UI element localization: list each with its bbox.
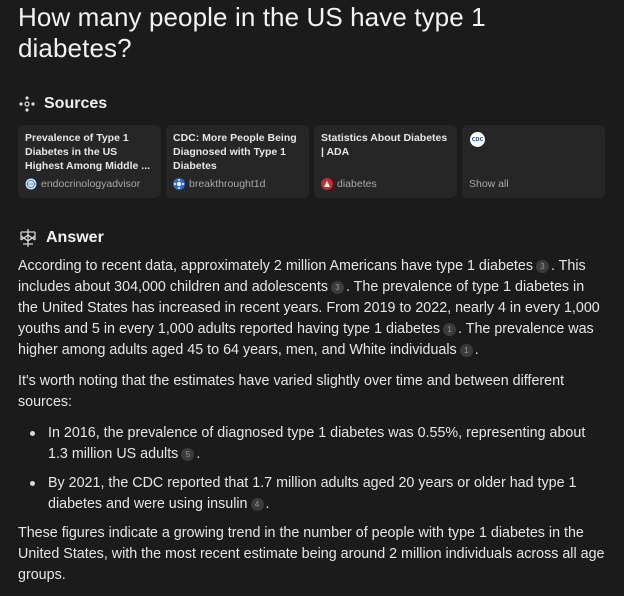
citation-badge[interactable]: 4 xyxy=(250,498,264,511)
cdc-logo-text: CDC xyxy=(471,136,484,143)
cdc-logo-icon: CDC xyxy=(470,132,485,147)
source-card-title: Prevalence of Type 1 Diabetes in the US … xyxy=(25,132,151,172)
answer-paragraph-3: These figures indicate a growing trend i… xyxy=(18,525,605,583)
answer-body: According to recent data, approximately … xyxy=(18,256,608,596)
citation-badge[interactable]: 3 xyxy=(331,281,344,294)
breakthrough-t1d-icon xyxy=(173,178,185,190)
answer-heading: Answer xyxy=(46,229,104,246)
source-card-diabetes[interactable]: Statistics About Diabetes | ADA diabetes xyxy=(314,125,457,198)
sources-row: Prevalence of Type 1 Diabetes in the US … xyxy=(18,125,605,198)
answer-bullet-list: In 2016, the prevalence of diagnosed typ… xyxy=(18,423,608,515)
citation-badge[interactable]: 5 xyxy=(181,448,195,461)
answer-page: How many people in the US have type 1 di… xyxy=(0,0,624,591)
globe-icon xyxy=(25,178,37,190)
show-all-label: Show all xyxy=(469,178,509,190)
source-card-endocrinologyadvisor[interactable]: Prevalence of Type 1 Diabetes in the US … xyxy=(18,125,161,198)
citation-badge[interactable]: 1 xyxy=(459,344,473,357)
answer-header: Answer xyxy=(18,228,104,248)
list-item: By 2021, the CDC reported that 1.7 milli… xyxy=(18,473,608,515)
citation-badge[interactable]: 3 xyxy=(535,260,549,273)
source-card-breakthrought1d[interactable]: CDC: More People Being Diagnosed with Ty… xyxy=(166,125,309,198)
citation-badge[interactable]: 1 xyxy=(443,323,457,336)
sources-header: Sources xyxy=(18,95,107,113)
source-card-title: Statistics About Diabetes | ADA xyxy=(321,132,448,158)
source-card-domain: breakthrought1d xyxy=(173,178,265,190)
answer-text: By 2021, the CDC reported that 1.7 milli… xyxy=(48,475,577,512)
sources-heading: Sources xyxy=(44,95,108,112)
bullet-dot xyxy=(30,481,35,486)
ada-icon xyxy=(321,178,333,190)
answer-text: In 2016, the prevalence of diagnosed typ… xyxy=(48,425,586,462)
source-domain-label: diabetes xyxy=(337,178,377,190)
source-domain-label: endocrinologyadvisor xyxy=(41,178,141,190)
answer-paragraph-2: It's worth noting that the estimates hav… xyxy=(18,373,565,410)
source-domain-label: breakthrought1d xyxy=(189,178,266,190)
answer-icon xyxy=(20,229,36,247)
answer-text: . xyxy=(474,342,479,358)
answer-text: . xyxy=(265,496,270,512)
source-card-title: CDC: More People Being Diagnosed with Ty… xyxy=(173,132,297,172)
list-item: In 2016, the prevalence of diagnosed typ… xyxy=(18,423,608,465)
source-card-domain: diabetes xyxy=(321,178,377,190)
answer-text: . xyxy=(196,446,201,462)
answer-text: According to recent data, approximately … xyxy=(18,258,533,274)
source-card-domain: endocrinologyadvisor xyxy=(25,178,140,190)
sources-icon xyxy=(19,96,35,112)
bullet-dot xyxy=(30,431,35,436)
question-title: How many people in the US have type 1 di… xyxy=(18,2,486,63)
answer-paragraph-1: According to recent data, approximately … xyxy=(18,256,608,361)
show-all-sources-card[interactable]: CDC Show all xyxy=(462,125,605,198)
